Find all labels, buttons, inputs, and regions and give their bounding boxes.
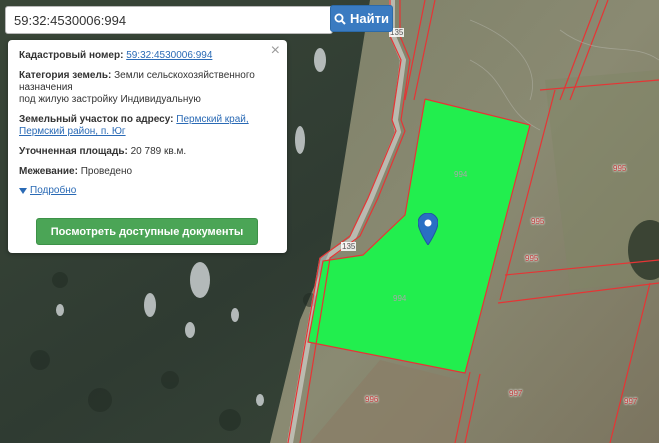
search-icon — [334, 13, 346, 25]
category-value: под жилую застройку Индивидуальную — [19, 94, 201, 105]
category-value: Земли сельскохозяйственного — [114, 70, 255, 81]
cadastral-label: Кадастровый номер: — [19, 50, 124, 61]
parcel-number-label: 994 — [393, 294, 407, 303]
parcel-number-label: 995 — [525, 254, 539, 263]
triangle-down-icon — [19, 187, 27, 194]
search-input[interactable] — [5, 6, 333, 34]
parcel-number-label: 997 — [509, 389, 523, 398]
category-value: назначения — [19, 82, 73, 93]
details-toggle[interactable]: Подробно — [19, 185, 275, 196]
view-documents-button[interactable]: Посмотреть доступные документы — [36, 218, 258, 245]
parcel-info-popup: × Кадастровый номер: 59:32:4530006:994 К… — [8, 40, 287, 253]
parcel-number-label: 995 — [613, 164, 627, 173]
map-marker-icon[interactable] — [418, 213, 438, 245]
close-icon[interactable]: × — [271, 43, 280, 59]
parcel-number-label: 994 — [454, 170, 468, 179]
address-label: Земельный участок по адресу: — [19, 114, 174, 125]
road-label: 135 — [341, 242, 357, 251]
category-row: Категория земель: Земли сельскохозяйстве… — [19, 70, 275, 106]
area-row: Уточненная площадь: 20 789 кв.м. — [19, 146, 275, 158]
address-link[interactable]: Пермский край, — [176, 114, 248, 125]
category-label: Категория земель: — [19, 70, 112, 81]
parcel-number-label: 997 — [624, 397, 638, 406]
parcel-number-label: 996 — [365, 395, 379, 404]
area-value: 20 789 кв.м. — [130, 146, 187, 157]
area-label: Уточненная площадь: — [19, 146, 128, 157]
cadastral-row: Кадастровый номер: 59:32:4530006:994 — [19, 50, 275, 62]
search-button[interactable]: Найти — [330, 5, 393, 32]
parcel-number-label: 995 — [531, 217, 545, 226]
address-link[interactable]: Пермский район, п. Юг — [19, 126, 126, 137]
survey-label: Межевание: — [19, 166, 78, 177]
details-link[interactable]: Подробно — [30, 185, 76, 196]
search-button-label: Найти — [350, 11, 389, 26]
survey-row: Межевание: Проведено — [19, 166, 275, 178]
address-row: Земельный участок по адресу: Пермский кр… — [19, 114, 275, 138]
survey-value: Проведено — [80, 166, 133, 177]
cadastral-number-link[interactable]: 59:32:4530006:994 — [126, 50, 212, 61]
